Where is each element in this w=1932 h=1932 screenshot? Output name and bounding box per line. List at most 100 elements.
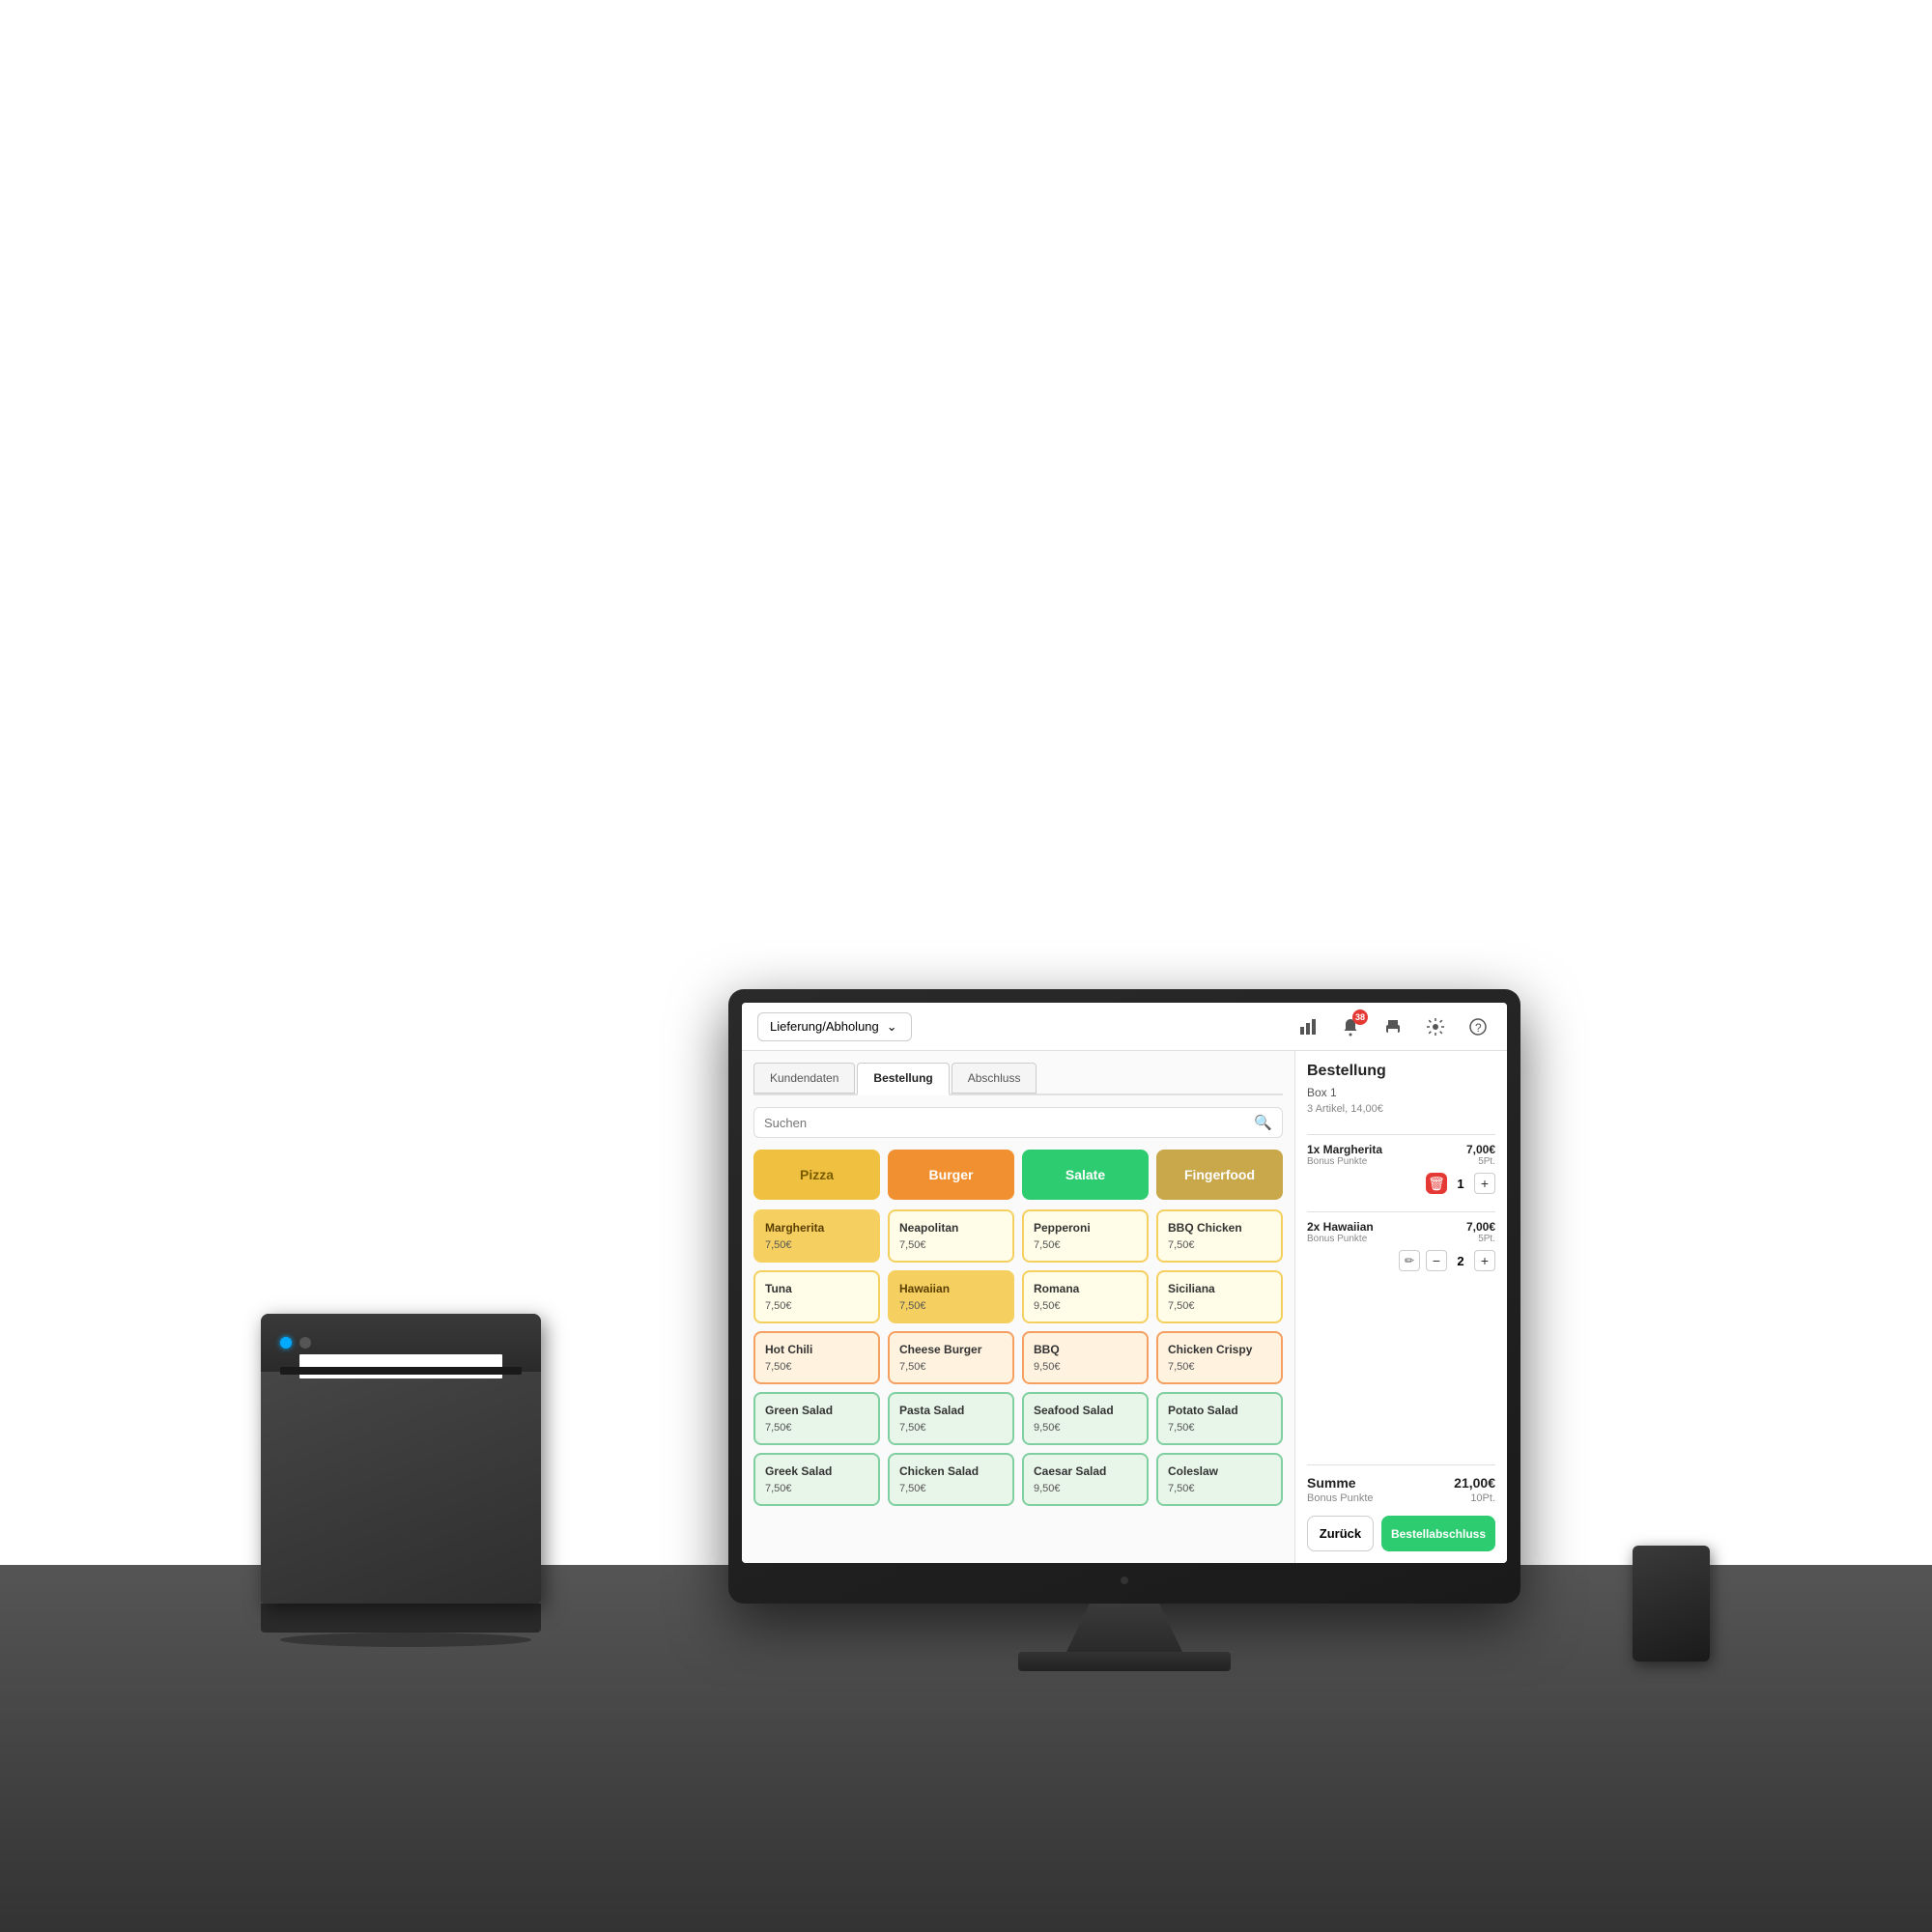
product-price: 7,50€ — [1168, 1483, 1271, 1494]
category-salate[interactable]: Salate — [1022, 1150, 1149, 1200]
summary-bonus-row: Bonus Punkte 10Pt. — [1307, 1492, 1495, 1504]
burger-product-grid: Hot Chili 7,50€ Cheese Burger 7,50€ BBQ … — [753, 1331, 1283, 1384]
delete-button[interactable]: 🗑 — [1426, 1173, 1447, 1194]
qty-minus-button[interactable]: − — [1426, 1250, 1447, 1271]
summary-bonus-label: Bonus Punkte — [1307, 1492, 1374, 1504]
top-bar-icons: 38 — [1294, 1013, 1492, 1040]
order-item-name: 1x Margherita — [1307, 1143, 1382, 1156]
product-name: Pasta Salad — [899, 1404, 1003, 1417]
order-button[interactable]: Bestellabschluss — [1381, 1516, 1495, 1551]
product-name: Hawaiian — [899, 1282, 1003, 1295]
product-price: 9,50€ — [1034, 1361, 1137, 1373]
dropdown-label: Lieferung/Abholung — [770, 1019, 879, 1034]
product-chicken-salad[interactable]: Chicken Salad 7,50€ — [888, 1453, 1014, 1506]
category-burger[interactable]: Burger — [888, 1150, 1014, 1200]
product-price: 7,50€ — [765, 1483, 868, 1494]
product-greek-salad[interactable]: Greek Salad 7,50€ — [753, 1453, 880, 1506]
product-price: 7,50€ — [1168, 1300, 1271, 1312]
right-panel: Bestellung Box 1 3 Artikel, 14,00€ 1x Ma… — [1294, 1051, 1507, 1563]
product-price: 7,50€ — [899, 1239, 1003, 1251]
printer-light-blue — [280, 1337, 292, 1349]
product-hawaiian[interactable]: Hawaiian 7,50€ — [888, 1270, 1014, 1323]
qty-plus-button[interactable]: + — [1474, 1250, 1495, 1271]
notification-icon[interactable]: 38 — [1337, 1013, 1364, 1040]
product-green-salad[interactable]: Green Salad 7,50€ — [753, 1392, 880, 1445]
order-summary: Summe 21,00€ Bonus Punkte 10Pt. Zurück B… — [1307, 1464, 1495, 1551]
product-potato-salad[interactable]: Potato Salad 7,50€ — [1156, 1392, 1283, 1445]
order-item-hawaiian: 2x Hawaiian Bonus Punkte 7,00€ 5Pt. — [1307, 1220, 1495, 1271]
scene: Lieferung/Abholung ⌄ — [0, 0, 1932, 1932]
printer-icon[interactable] — [1379, 1013, 1406, 1040]
top-bar: Lieferung/Abholung ⌄ — [742, 1003, 1507, 1051]
printer-light-off — [299, 1337, 311, 1349]
summary-label: Summe — [1307, 1475, 1356, 1491]
chart-icon[interactable] — [1294, 1013, 1321, 1040]
back-button[interactable]: Zurück — [1307, 1516, 1374, 1551]
product-name: Greek Salad — [765, 1464, 868, 1478]
product-price: 7,50€ — [1168, 1422, 1271, 1434]
small-device — [1633, 1546, 1710, 1662]
search-input[interactable] — [764, 1116, 1248, 1130]
category-fingerfood[interactable]: Fingerfood — [1156, 1150, 1283, 1200]
delivery-dropdown[interactable]: Lieferung/Abholung ⌄ — [757, 1012, 912, 1041]
printer-base — [261, 1604, 541, 1633]
product-name: Chicken Crispy — [1168, 1343, 1271, 1356]
monitor-stand-top — [1066, 1604, 1182, 1652]
product-name: Caesar Salad — [1034, 1464, 1137, 1478]
product-chicken-crispy[interactable]: Chicken Crispy 7,50€ — [1156, 1331, 1283, 1384]
order-item-bonus: Bonus Punkte — [1307, 1234, 1374, 1244]
pizza-product-grid: Margherita 7,50€ Neapolitan 7,50€ Pepper… — [753, 1209, 1283, 1323]
product-name: Romana — [1034, 1282, 1137, 1295]
order-box-meta: 3 Artikel, 14,00€ — [1307, 1103, 1495, 1115]
category-row: Pizza Burger Salate Fingerfood — [753, 1150, 1283, 1200]
search-bar: 🔍 — [753, 1107, 1283, 1138]
product-caesar-salad[interactable]: Caesar Salad 9,50€ — [1022, 1453, 1149, 1506]
order-item-price: 7,00€ — [1466, 1143, 1495, 1156]
product-tuna[interactable]: Tuna 7,50€ — [753, 1270, 880, 1323]
product-name: BBQ Chicken — [1168, 1221, 1271, 1235]
product-seafood-salad[interactable]: Seafood Salad 9,50€ — [1022, 1392, 1149, 1445]
printer — [261, 1314, 551, 1642]
summary-value: 21,00€ — [1454, 1475, 1495, 1491]
edit-button[interactable]: ✏ — [1399, 1250, 1420, 1271]
product-siciliana[interactable]: Siciliana 7,50€ — [1156, 1270, 1283, 1323]
product-romana[interactable]: Romana 9,50€ — [1022, 1270, 1149, 1323]
product-name: Potato Salad — [1168, 1404, 1271, 1417]
order-item-controls-2: ✏ − 2 + — [1307, 1250, 1495, 1271]
tab-bestellung[interactable]: Bestellung — [857, 1063, 949, 1095]
order-divider-1 — [1307, 1134, 1495, 1135]
settings-icon[interactable] — [1422, 1013, 1449, 1040]
product-pepperoni[interactable]: Pepperoni 7,50€ — [1022, 1209, 1149, 1263]
pos-app: Lieferung/Abholung ⌄ — [742, 1003, 1507, 1563]
product-name: Siciliana — [1168, 1282, 1271, 1295]
order-title: Bestellung — [1307, 1063, 1495, 1080]
order-item-bonus-value: 5Pt. — [1466, 1156, 1495, 1167]
product-price: 7,50€ — [765, 1300, 868, 1312]
order-item-bonus: Bonus Punkte — [1307, 1156, 1382, 1167]
product-margherita[interactable]: Margherita 7,50€ — [753, 1209, 880, 1263]
printer-slot — [280, 1367, 522, 1375]
printer-shadow — [280, 1633, 531, 1647]
product-hot-chili[interactable]: Hot Chili 7,50€ — [753, 1331, 880, 1384]
category-pizza[interactable]: Pizza — [753, 1150, 880, 1200]
product-coleslaw[interactable]: Coleslaw 7,50€ — [1156, 1453, 1283, 1506]
qty-plus-button[interactable]: + — [1474, 1173, 1495, 1194]
product-bbq[interactable]: BBQ 9,50€ — [1022, 1331, 1149, 1384]
product-name: Neapolitan — [899, 1221, 1003, 1235]
left-panel: Kundendaten Bestellung Abschluss 🔍 — [742, 1051, 1294, 1563]
product-name: Seafood Salad — [1034, 1404, 1137, 1417]
product-price: 7,50€ — [899, 1483, 1003, 1494]
product-name: Coleslaw — [1168, 1464, 1271, 1478]
product-cheese-burger[interactable]: Cheese Burger 7,50€ — [888, 1331, 1014, 1384]
monitor-screen: Lieferung/Abholung ⌄ — [742, 1003, 1507, 1563]
product-neapolitan[interactable]: Neapolitan 7,50€ — [888, 1209, 1014, 1263]
tab-abschluss[interactable]: Abschluss — [952, 1063, 1037, 1094]
monitor-outer: Lieferung/Abholung ⌄ — [728, 989, 1520, 1604]
tab-kundendaten[interactable]: Kundendaten — [753, 1063, 855, 1094]
help-icon[interactable]: ? — [1464, 1013, 1492, 1040]
product-price: 7,50€ — [765, 1361, 868, 1373]
product-price: 7,50€ — [899, 1300, 1003, 1312]
product-pasta-salad[interactable]: Pasta Salad 7,50€ — [888, 1392, 1014, 1445]
action-buttons: Zurück Bestellabschluss — [1307, 1516, 1495, 1551]
product-bbq-chicken[interactable]: BBQ Chicken 7,50€ — [1156, 1209, 1283, 1263]
